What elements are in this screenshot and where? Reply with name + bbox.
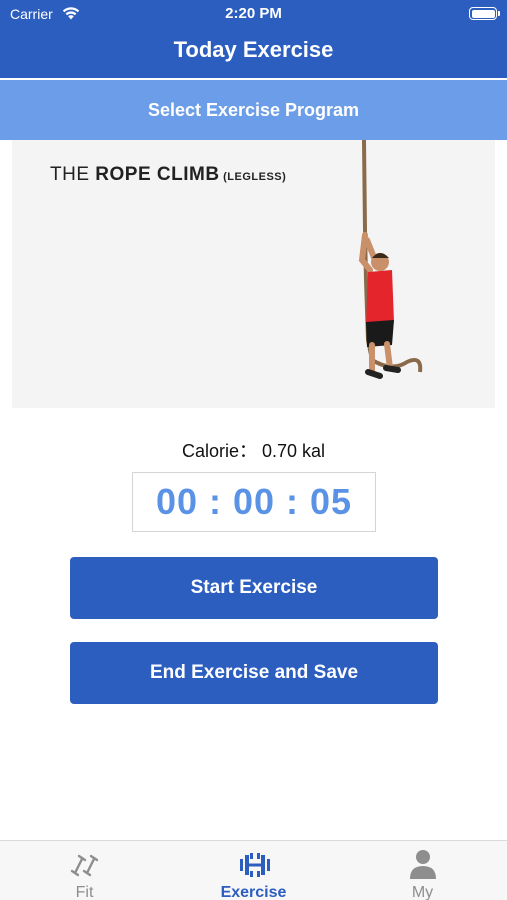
- rope-climb-figure: [358, 140, 423, 379]
- status-bar: Carrier 2:20 PM: [0, 0, 507, 28]
- start-exercise-button[interactable]: Start Exercise: [70, 557, 438, 619]
- exercise-image: THE ROPE CLIMB (LEGLESS): [12, 140, 495, 408]
- exercise-timer: 00 : 00 : 05: [132, 472, 376, 532]
- select-exercise-program-button[interactable]: Select Exercise Program: [0, 80, 507, 140]
- person-icon: [410, 850, 436, 879]
- tab-fit[interactable]: Fit: [0, 841, 169, 900]
- status-time: 2:20 PM: [225, 5, 282, 22]
- tab-bar: Fit Exercise My: [0, 840, 507, 900]
- tab-fit-label: Fit: [75, 884, 94, 900]
- tab-exercise-label: Exercise: [220, 884, 287, 900]
- tab-my-label: My: [411, 884, 434, 900]
- barbell-icon: [240, 853, 270, 877]
- app-header: Carrier 2:20 PM Today Exercise: [0, 0, 507, 78]
- end-exercise-save-button[interactable]: End Exercise and Save: [70, 642, 438, 704]
- tab-my[interactable]: My: [338, 841, 507, 900]
- exercise-image-title: THE ROPE CLIMB (LEGLESS): [50, 164, 287, 185]
- page-title: Today Exercise: [173, 37, 334, 62]
- battery-icon: [469, 7, 500, 20]
- dumbbell-icon: [70, 854, 99, 877]
- calorie-readout: Calorie： 0.70 kal: [181, 441, 326, 461]
- tab-exercise[interactable]: Exercise: [169, 841, 338, 900]
